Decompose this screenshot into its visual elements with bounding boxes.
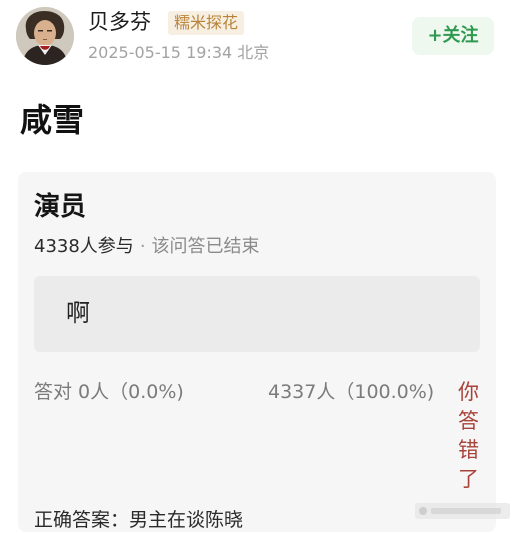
separator-dot: · — [139, 236, 146, 257]
wrong-answer-label: 你答错了 — [458, 380, 479, 491]
avatar[interactable] — [16, 7, 74, 65]
participant-count: 4338人参与 — [34, 236, 134, 257]
post-header: 贝多芬 糯米探花 2025-05-15 19:34 北京 +关注 — [0, 0, 516, 80]
quiz-option-label: 啊 — [66, 299, 90, 327]
quiz-title: 演员 — [34, 192, 87, 222]
result-correct: 答对 0人（0.0%) — [34, 381, 184, 403]
watermark-logo — [415, 500, 510, 522]
result-total: 4337人（100.0%) — [268, 381, 435, 403]
beethoven-portrait-icon — [16, 7, 74, 65]
follow-button[interactable]: +关注 — [412, 17, 494, 55]
quiz-option[interactable]: 啊 — [34, 276, 480, 352]
quiz-card: 演员 4338人参与 · 该问答已结束 啊 答对 0人（0.0%) 4337人（10… — [18, 172, 496, 532]
author-name[interactable]: 贝多芬 — [88, 8, 151, 36]
quiz-stats: 4338人参与 · 该问答已结束 — [34, 234, 260, 260]
watermark-icon — [415, 503, 510, 519]
quiz-status: 该问答已结束 — [151, 236, 260, 257]
correct-answer: 正确答案：男主在谈陈晓 — [34, 509, 244, 531]
post-meta: 2025-05-15 19:34 北京 — [88, 43, 270, 62]
author-badge: 糯米探花 — [168, 11, 245, 35]
post-title: 咸雪 — [20, 101, 85, 139]
